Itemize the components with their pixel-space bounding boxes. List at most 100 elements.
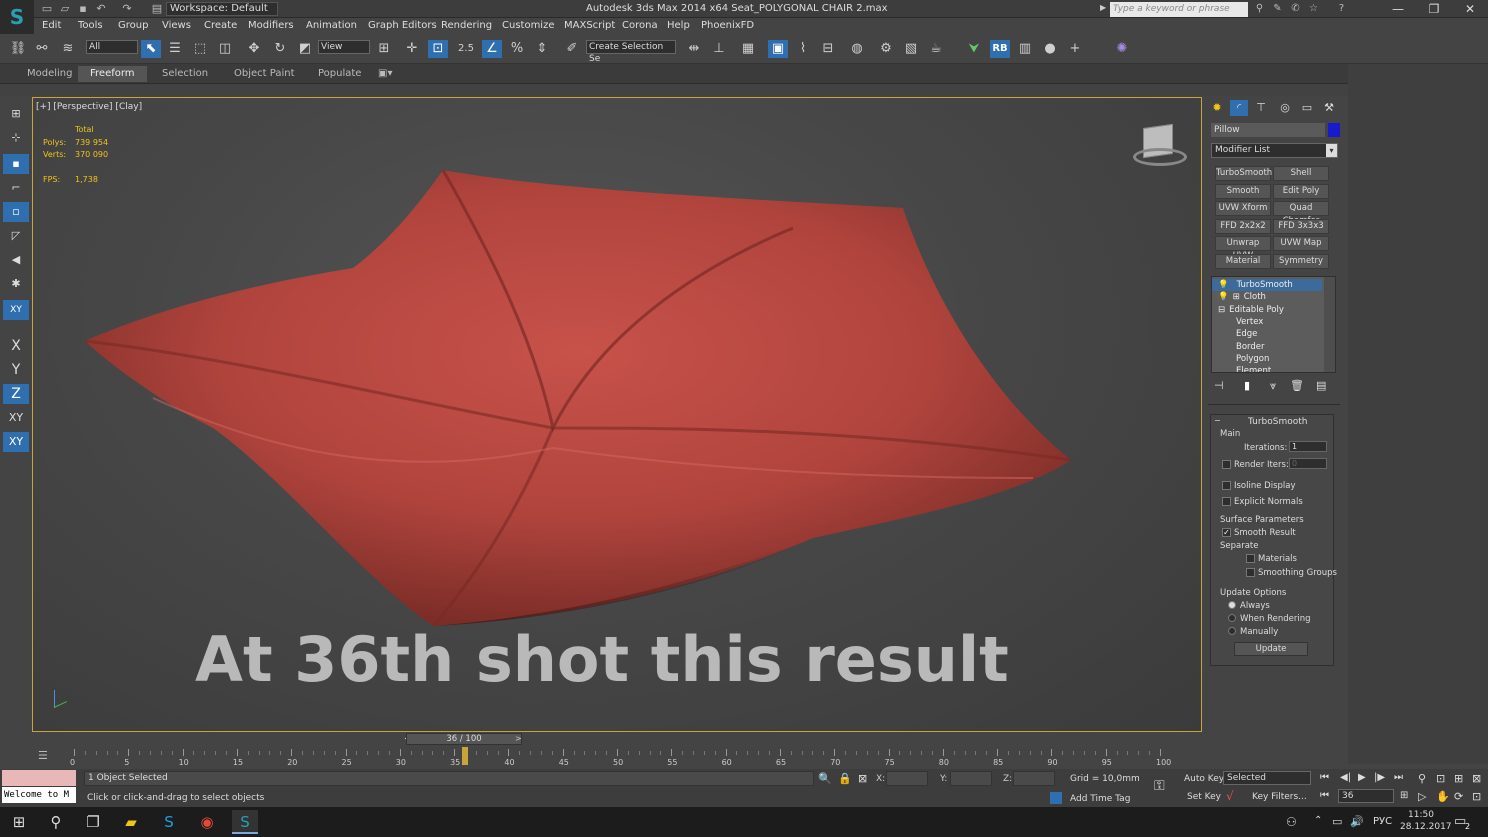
tab-populate[interactable]: Populate xyxy=(318,68,361,79)
configure-modifier-sets-icon[interactable]: ▤ xyxy=(1316,379,1326,392)
schematic-view-icon[interactable]: ⊟ xyxy=(818,40,838,58)
time-tag-icon[interactable] xyxy=(1050,792,1062,804)
axis-xy-button[interactable]: XY xyxy=(3,408,29,428)
time-marker[interactable] xyxy=(461,747,468,765)
link-icon[interactable]: ⛓ xyxy=(8,40,28,58)
face-snap-icon[interactable]: ◀ xyxy=(3,250,29,270)
people-icon[interactable]: ⚇ xyxy=(1286,815,1297,829)
selection-filter-dropdown[interactable]: All xyxy=(86,40,138,54)
task-view-icon[interactable]: ❐ xyxy=(80,810,106,834)
percent-snap-icon[interactable]: % xyxy=(507,40,527,58)
tools-icon[interactable]: ✎ xyxy=(1270,2,1285,16)
ffd-2x2x2-button[interactable]: FFD 2x2x2 xyxy=(1215,219,1271,234)
make-unique-icon[interactable]: ⩔ xyxy=(1270,379,1276,393)
add-icon[interactable]: + xyxy=(1065,40,1085,58)
rollout-title[interactable]: TurboSmooth xyxy=(1248,417,1307,427)
phoenix-icon[interactable]: ✺ xyxy=(1112,40,1132,58)
viewcube[interactable] xyxy=(1133,123,1187,168)
window-crossing-icon[interactable]: ◫ xyxy=(215,40,235,58)
hierarchy-tab-icon[interactable]: ⊤ xyxy=(1252,100,1270,116)
menu-animation[interactable]: Animation xyxy=(306,20,357,31)
menu-tools[interactable]: Tools xyxy=(78,20,103,31)
redo-icon[interactable]: ↷ xyxy=(120,2,134,16)
binoculars-icon[interactable]: ⚲ xyxy=(1252,2,1267,16)
reference-coordinate-dropdown[interactable]: View xyxy=(318,40,370,54)
zoom-all-icon[interactable]: ⊡ xyxy=(1436,772,1445,785)
z-coordinate-field[interactable] xyxy=(1013,771,1055,786)
set-keys-icon[interactable]: √ xyxy=(1226,789,1234,803)
stack-item-border[interactable]: Border xyxy=(1212,341,1322,353)
current-frame-field[interactable]: 36 xyxy=(1338,789,1394,803)
iterations-spinner[interactable]: 1 xyxy=(1289,441,1327,452)
go-to-end-icon[interactable]: ⏭ xyxy=(1394,772,1403,783)
x-coordinate-field[interactable] xyxy=(886,771,928,786)
select-manipulate-icon[interactable]: ✛ xyxy=(402,40,422,58)
axis-x-button[interactable]: X xyxy=(3,336,29,356)
modify-tab-icon[interactable]: ◜ xyxy=(1230,100,1248,116)
isoline-display-checkbox[interactable] xyxy=(1222,481,1231,490)
materials-checkbox[interactable] xyxy=(1246,554,1255,563)
lightbulb-icon[interactable]: 💡 xyxy=(1218,280,1229,290)
smooth-result-checkbox[interactable]: ✓ xyxy=(1222,528,1231,537)
perspective-viewport[interactable]: [+] [Perspective] [Clay] Total Polys: 73… xyxy=(32,97,1202,732)
manually-radio[interactable] xyxy=(1228,627,1236,635)
y-coordinate-field[interactable] xyxy=(950,771,992,786)
modifier-list-dropdown[interactable]: Modifier List xyxy=(1211,143,1338,158)
absolute-mode-icon[interactable]: ⊠ xyxy=(858,772,867,785)
curve-editor-icon[interactable]: ⌇ xyxy=(793,40,813,58)
render-iters-spinner[interactable]: 0 xyxy=(1289,458,1327,469)
grid-snap-icon[interactable]: ⊞ xyxy=(3,104,29,124)
rotate-icon[interactable]: ↻ xyxy=(270,40,290,58)
stack-item-turbosmooth[interactable]: 💡 TurboSmooth xyxy=(1212,279,1322,291)
auto-key-button[interactable]: Auto Key xyxy=(1184,774,1224,784)
project-folder-icon[interactable]: ▤ xyxy=(150,2,164,16)
endpoint-snap-icon[interactable]: ⌐ xyxy=(3,178,29,198)
midpoint-snap-icon[interactable]: ▫ xyxy=(3,202,29,222)
clock-date[interactable]: 28.12.2017 xyxy=(1400,822,1452,832)
ribbon-options-icon[interactable]: ▣▾ xyxy=(378,68,392,79)
layer-manager-icon[interactable]: ▦ xyxy=(738,40,758,58)
object-color-swatch[interactable] xyxy=(1328,123,1340,137)
keyboard-shortcut-override-icon[interactable]: ⊡ xyxy=(428,40,448,58)
chevron-down-icon[interactable]: ▾ xyxy=(1326,144,1337,157)
restore-icon[interactable]: ❐ xyxy=(1416,0,1452,18)
menu-help[interactable]: Help xyxy=(667,20,690,31)
always-radio[interactable] xyxy=(1228,601,1236,609)
pin-stack-icon[interactable]: ⊣ xyxy=(1214,379,1224,392)
file-explorer-icon[interactable]: ▰ xyxy=(118,810,144,834)
stack-item-cloth[interactable]: 💡 ⊞ Cloth xyxy=(1212,291,1322,303)
remove-modifier-icon[interactable]: 🗑 xyxy=(1290,379,1304,392)
menu-phoenixfd[interactable]: PhoenixFD xyxy=(701,20,754,31)
network-icon[interactable]: ▭ xyxy=(1332,815,1342,828)
axis-xy-active-button[interactable]: XY xyxy=(3,432,29,452)
uvw-map-button[interactable]: UVW Map xyxy=(1273,236,1329,251)
time-next-button[interactable]: > xyxy=(515,734,522,743)
menu-modifiers[interactable]: Modifiers xyxy=(248,20,294,31)
uvw-xform-button[interactable]: UVW Xform xyxy=(1215,201,1271,216)
snap-toggle-icon[interactable]: 2.5 xyxy=(456,40,476,58)
xy-plane-snap-icon[interactable]: XY xyxy=(3,300,29,320)
menu-edit[interactable]: Edit xyxy=(42,20,61,31)
tab-modeling[interactable]: Modeling xyxy=(27,68,73,79)
expand-arrow-icon[interactable]: ▶ xyxy=(1100,3,1108,15)
rb-plugin-icon[interactable]: RB xyxy=(990,40,1010,58)
explicit-normals-checkbox[interactable] xyxy=(1222,497,1231,506)
smoothing-groups-checkbox[interactable] xyxy=(1246,568,1255,577)
move-icon[interactable]: ✥ xyxy=(244,40,264,58)
zoom-extents-all-icon[interactable]: ⊠ xyxy=(1472,772,1481,785)
language-indicator[interactable]: РУС xyxy=(1373,816,1392,827)
isolate-icon[interactable]: 🔍 xyxy=(818,772,832,785)
mini-curve-editor-icon[interactable]: ☰ xyxy=(38,749,48,762)
maximize-viewport-icon[interactable]: ⊡ xyxy=(1472,790,1481,803)
close-icon[interactable]: ✕ xyxy=(1452,0,1488,18)
edit-named-selection-icon[interactable]: ✐ xyxy=(562,40,582,58)
play-icon[interactable]: ▶ xyxy=(1358,772,1366,783)
render-iters-checkbox[interactable] xyxy=(1222,460,1231,469)
edit-poly-button[interactable]: Edit Poly xyxy=(1273,184,1329,199)
menu-create[interactable]: Create xyxy=(204,20,237,31)
unlink-icon[interactable]: ⚯ xyxy=(32,40,52,58)
display-tab-icon[interactable]: ▭ xyxy=(1298,100,1316,116)
volume-icon[interactable]: 🔊 xyxy=(1350,815,1364,828)
create-tab-icon[interactable]: ✹ xyxy=(1208,100,1226,116)
menu-graph-editors[interactable]: Graph Editors xyxy=(368,20,437,31)
